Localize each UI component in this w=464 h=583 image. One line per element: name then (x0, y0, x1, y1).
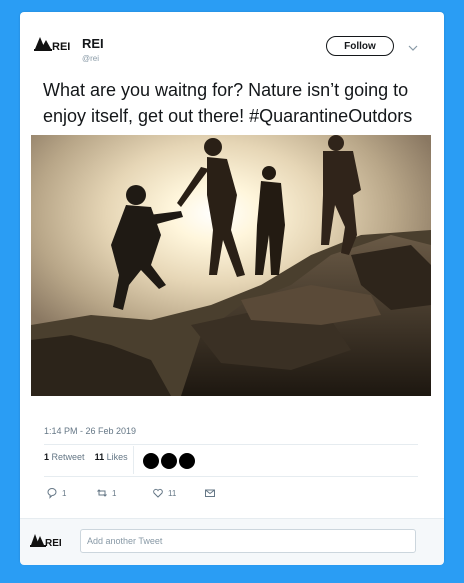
retweet-action[interactable]: 1 (96, 486, 116, 500)
svg-text:REI: REI (52, 41, 70, 53)
retweet-stat[interactable]: 1 Retweet (44, 452, 85, 462)
heart-icon (153, 488, 163, 498)
divider (44, 476, 418, 477)
avatar[interactable] (143, 453, 159, 469)
follow-button[interactable]: Follow (326, 36, 394, 56)
reply-icon (47, 488, 57, 499)
reply-composer: REI (20, 518, 444, 565)
rei-logo: REI (30, 531, 66, 551)
retweet-icon (97, 489, 107, 497)
envelope-icon (205, 489, 215, 497)
likes-stat-count: 11 (94, 452, 105, 462)
like-action[interactable]: 11 (152, 486, 176, 500)
chevron-down-icon[interactable] (408, 40, 418, 51)
retweet-count: 1 (112, 488, 117, 498)
rei-logo[interactable]: REI (34, 34, 74, 56)
avatar[interactable] (179, 453, 195, 469)
likes-stat[interactable]: 11 Likes (95, 452, 128, 462)
account-handle[interactable]: @rei (82, 54, 99, 63)
like-count: 11 (168, 488, 177, 498)
reply-action[interactable]: 1 (46, 486, 66, 500)
tweet-photo[interactable] (31, 135, 431, 396)
message-action[interactable] (204, 486, 216, 500)
retweet-stat-count: 1 (44, 452, 50, 462)
svg-text:REI: REI (45, 538, 62, 549)
tweet-header: REI REI @rei Follow (34, 34, 430, 74)
divider (44, 444, 418, 445)
tweet-text: What are you waitng for? Nature isn’t go… (43, 80, 413, 126)
liker-avatars (143, 453, 197, 469)
tweet-stats: 1 Retweet 11 Likes (44, 452, 128, 472)
tweet-card: REI REI @rei Follow What are you waitng … (20, 12, 444, 565)
retweet-stat-label: Retweet (51, 452, 85, 462)
stats-separator (133, 446, 134, 474)
tweet-timestamp[interactable]: 1:14 PM - 26 Feb 2019 (44, 426, 136, 436)
reply-count: 1 (62, 488, 67, 498)
avatar[interactable] (161, 453, 177, 469)
reply-input[interactable] (80, 529, 416, 553)
likes-stat-label: Likes (106, 452, 128, 462)
account-name[interactable]: REI (82, 36, 104, 51)
